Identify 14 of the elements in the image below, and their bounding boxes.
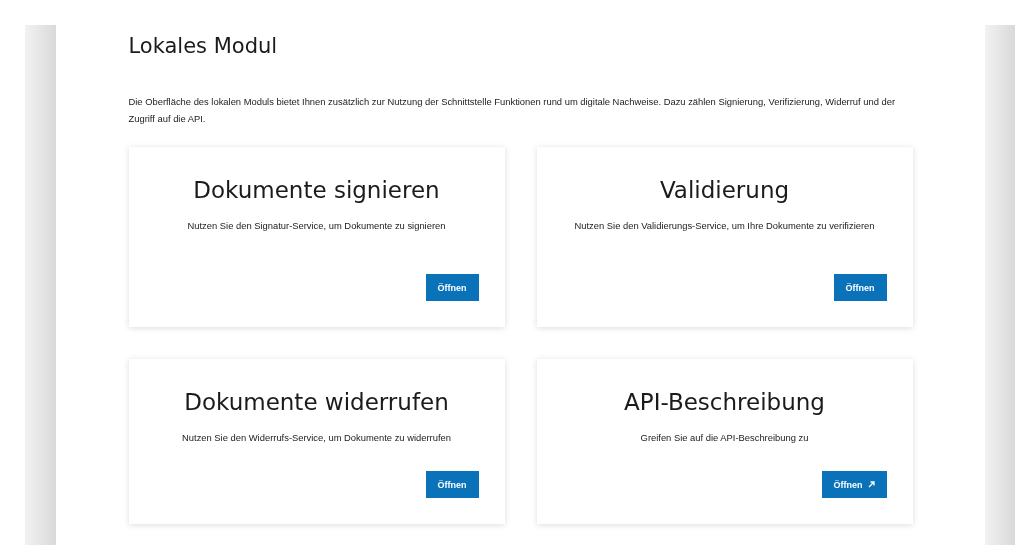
card-title: API-Beschreibung	[624, 388, 825, 417]
open-button[interactable]: Öffnen	[425, 274, 479, 301]
open-button[interactable]: Öffnen	[425, 471, 479, 498]
card-description: Nutzen Sie den Signatur-Service, um Dokumente zu signieren	[187, 219, 446, 233]
page-title: Lokales Modul	[128, 33, 279, 60]
card-description: Nutzen Sie den Widerrufs-Service, um Dokumente zu widerrufen	[182, 431, 451, 445]
card-title: Dokumente signieren	[193, 176, 440, 205]
card-description: Greifen Sie auf die API-Beschreibung zu	[640, 431, 809, 445]
card-title: Validierung	[659, 176, 790, 205]
card-description: Nutzen Sie den Validierungs-Service, um Ihre Dokumente zu verifizieren	[574, 219, 875, 233]
intro-text: Die Oberfläche des lokalen Moduls bietet Ihnen zusätzlich zur Nutzung der Schnittstelle Funktionen rund um digitale Nachweise. Dazu zählen Signierung, Verifizierung, Widerruf und der Zugriff auf die API.	[128, 95, 897, 126]
open-button[interactable]: Öffnen	[833, 274, 887, 301]
card-title: Dokumente widerrufen	[184, 388, 449, 417]
open-button[interactable]: Öffnen	[821, 471, 887, 498]
